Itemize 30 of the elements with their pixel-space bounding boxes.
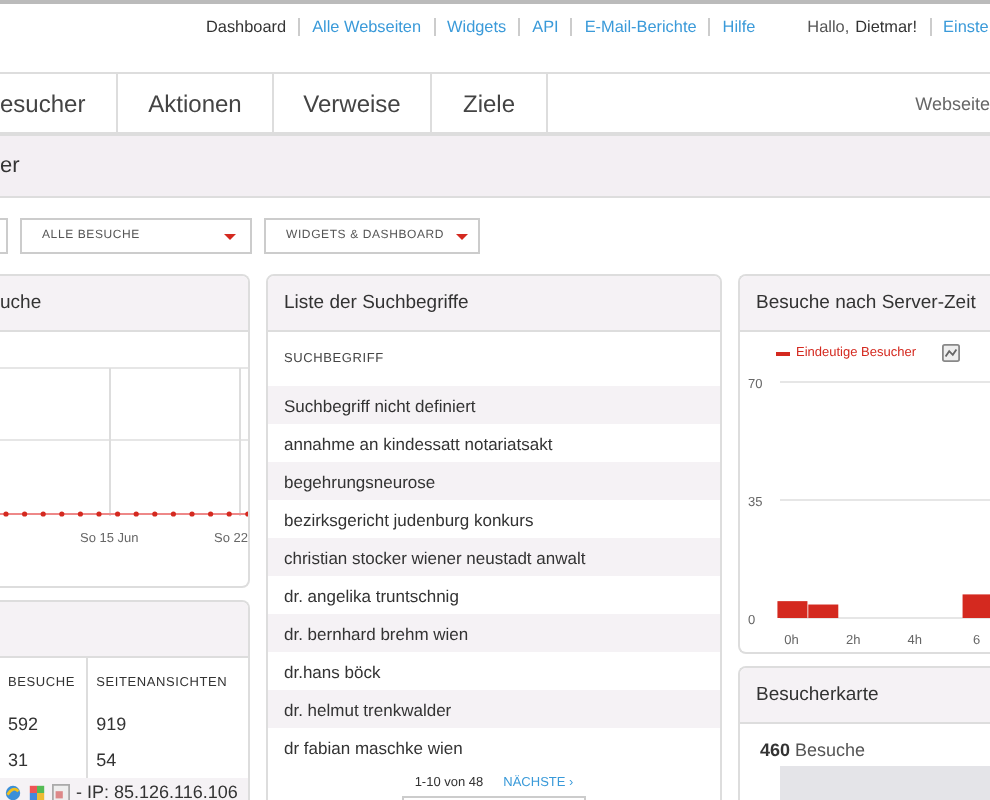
chart-type-icon[interactable] (942, 344, 960, 362)
ip-address: - IP: 85.126.116.106 (76, 782, 238, 800)
site-selector-label[interactable]: Webseite (915, 74, 990, 132)
bar (777, 601, 808, 618)
table-cell: 919 (87, 706, 248, 742)
nav-tab[interactable]: esucher (0, 74, 118, 132)
keyword-row[interactable]: bezirksgericht judenburg konkurs (268, 500, 720, 538)
top-link[interactable]: Dashboard (194, 17, 299, 35)
page-subtitle: er (0, 154, 20, 178)
visits-summary: 460 Besuche (758, 738, 868, 760)
keyword-row[interactable]: dr. bernhard brehm wien (268, 614, 720, 652)
widget-title: Besucherkarte (756, 684, 879, 706)
widget-title: uche (0, 292, 42, 314)
keyword-row[interactable]: dr fabian maschke wien (268, 728, 720, 766)
bar (962, 594, 990, 618)
keyword-row[interactable]: Suchbegriff nicht definiert (268, 386, 720, 424)
user-name: Dietmar! (855, 17, 920, 35)
widget-title: Besuche nach Server-Zeit (756, 292, 976, 314)
keyword-row[interactable]: dr. angelika truntschnig (268, 576, 720, 614)
widget-title: Liste der Suchbegriffe (284, 292, 469, 314)
keyword-row[interactable]: begehrungsneurose (268, 462, 720, 500)
browser-icon (4, 783, 22, 800)
keyword-row[interactable]: dr.hans böck (268, 652, 720, 690)
keyword-row[interactable]: annahme an kindessatt notariatsakt (268, 424, 720, 462)
keyword-row[interactable]: dr. helmut trenkwalder (268, 690, 720, 728)
table-cell: 592 (0, 706, 88, 742)
os-icon (28, 783, 46, 800)
table-cell: 31 (0, 742, 88, 778)
greeting-text: Hallo, (807, 17, 850, 35)
keyword-row[interactable]: christian stocker wiener neustadt anwalt (268, 538, 720, 576)
